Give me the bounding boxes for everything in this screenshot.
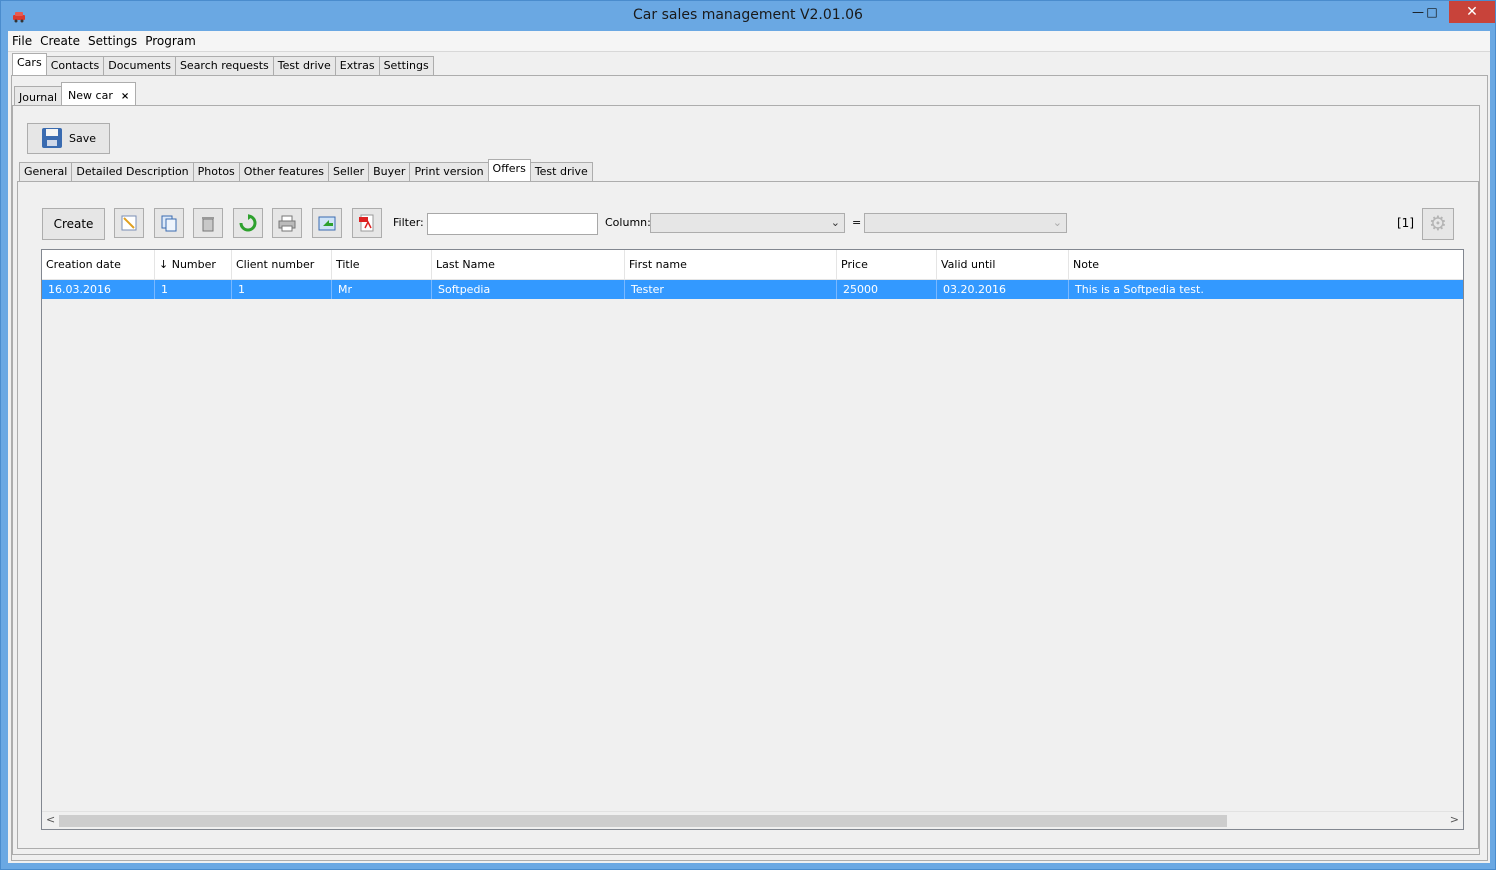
tab-offers[interactable]: Offers <box>487 159 531 181</box>
delete-button[interactable] <box>193 208 223 238</box>
record-count: [1] <box>1397 216 1414 230</box>
refresh-icon <box>239 214 257 232</box>
equals-label: = <box>852 216 862 229</box>
column-header[interactable]: Valid until <box>937 250 1069 279</box>
column-header[interactable]: First name <box>625 250 837 279</box>
edit-button[interactable] <box>114 208 144 238</box>
tab-new-car-label: New car <box>68 89 113 102</box>
tab-photos[interactable]: Photos <box>192 162 240 181</box>
column-header[interactable]: Last Name <box>432 250 625 279</box>
tab-search-requests[interactable]: Search requests <box>174 56 274 75</box>
save-button-label: Save <box>69 132 97 145</box>
tab-buyer[interactable]: Buyer <box>368 162 411 181</box>
filter-input[interactable] <box>427 213 598 235</box>
print-icon <box>278 215 296 232</box>
scroll-left-icon[interactable]: < <box>46 813 55 826</box>
tab-documents[interactable]: Documents <box>103 56 176 75</box>
table-cell: Tester <box>625 280 837 299</box>
gear-icon: ⚙ <box>1429 211 1447 235</box>
export-button[interactable] <box>312 208 342 238</box>
maximize-button[interactable]: □ <box>1417 1 1447 23</box>
copy-icon <box>161 215 177 232</box>
tab-seller[interactable]: Seller <box>327 162 370 181</box>
close-window-button[interactable]: ✕ <box>1449 1 1495 23</box>
chevron-down-icon: ⌄ <box>830 216 840 229</box>
column-header[interactable]: Price <box>837 250 937 279</box>
horizontal-scrollbar[interactable]: < > <box>42 811 1463 829</box>
title-bar[interactable]: Car sales management V2.01.06 — □ ✕ <box>1 1 1495 31</box>
save-button[interactable]: Save <box>27 123 110 154</box>
refresh-button[interactable] <box>233 208 263 238</box>
new-car-panel: Save General Detailed Description Photos… <box>12 105 1480 855</box>
tab-test-drive[interactable]: Test drive <box>272 56 336 75</box>
app-window: Car sales management V2.01.06 — □ ✕ File… <box>0 0 1496 870</box>
menu-create[interactable]: Create <box>36 31 84 51</box>
column-header[interactable]: Title <box>332 250 432 279</box>
offers-panel: Create Filter: Column: ⌄ = ⌄ [1] ⚙ Creat… <box>17 181 1479 849</box>
tab-settings[interactable]: Settings <box>378 56 434 75</box>
tab-other-features[interactable]: Other features <box>238 162 329 181</box>
table-row[interactable]: 16.03.2016 1 1 Mr Softpedia Tester 25000… <box>42 280 1463 299</box>
table-cell: 25000 <box>837 280 937 299</box>
value-select[interactable]: ⌄ <box>864 213 1067 233</box>
client-area: File Create Settings Program Cars Contacts … <box>8 31 1490 863</box>
tab-detailed-description[interactable]: Detailed Description <box>71 162 194 181</box>
trash-icon <box>202 217 214 232</box>
menu-settings[interactable]: Settings <box>84 31 141 51</box>
cars-panel: Journal New car × Save General Detailed D… <box>11 75 1488 861</box>
settings-button[interactable]: ⚙ <box>1422 208 1454 240</box>
column-label: Column: <box>605 216 651 229</box>
tab-extras[interactable]: Extras <box>334 56 380 75</box>
tab-detail-test-drive[interactable]: Test drive <box>529 162 593 181</box>
menu-file[interactable]: File <box>8 31 36 51</box>
scroll-right-icon[interactable]: > <box>1450 813 1459 826</box>
column-header[interactable]: Creation date <box>42 250 155 279</box>
create-offer-button[interactable]: Create <box>42 208 105 240</box>
tab-contacts[interactable]: Contacts <box>45 56 105 75</box>
table-cell: 16.03.2016 <box>42 280 155 299</box>
filter-label: Filter: <box>393 216 424 229</box>
tab-general[interactable]: General <box>19 162 73 181</box>
table-cell: Mr <box>332 280 432 299</box>
column-header[interactable]: Note <box>1069 250 1463 279</box>
menu-program[interactable]: Program <box>141 31 200 51</box>
table-header: Creation date ↓ Number Client number Tit… <box>42 250 1463 280</box>
tab-print-version[interactable]: Print version <box>409 162 489 181</box>
pdf-icon <box>359 214 374 232</box>
tab-cars[interactable]: Cars <box>12 53 47 75</box>
menu-bar: File Create Settings Program <box>8 31 1490 52</box>
table-cell: 03.20.2016 <box>937 280 1069 299</box>
close-tab-icon[interactable]: × <box>121 91 129 102</box>
column-select[interactable]: ⌄ <box>650 213 845 233</box>
table-cell: Softpedia <box>432 280 625 299</box>
column-header[interactable]: Client number <box>232 250 332 279</box>
window-title: Car sales management V2.01.06 <box>633 7 863 23</box>
chevron-down-icon: ⌄ <box>1052 216 1062 229</box>
table-cell: This is a Softpedia test. <box>1075 283 1204 296</box>
table-cell: 1 <box>155 280 232 299</box>
copy-button[interactable] <box>154 208 184 238</box>
column-header[interactable]: ↓ Number <box>155 250 232 279</box>
floppy-disk-icon <box>42 128 62 148</box>
scrollbar-thumb[interactable] <box>59 815 1227 827</box>
offers-table: Creation date ↓ Number Client number Tit… <box>41 249 1464 830</box>
print-button[interactable] <box>272 208 302 238</box>
table-cell: 1 <box>232 280 332 299</box>
edit-icon <box>121 215 137 231</box>
export-icon <box>318 216 336 231</box>
pdf-button[interactable] <box>352 208 382 238</box>
